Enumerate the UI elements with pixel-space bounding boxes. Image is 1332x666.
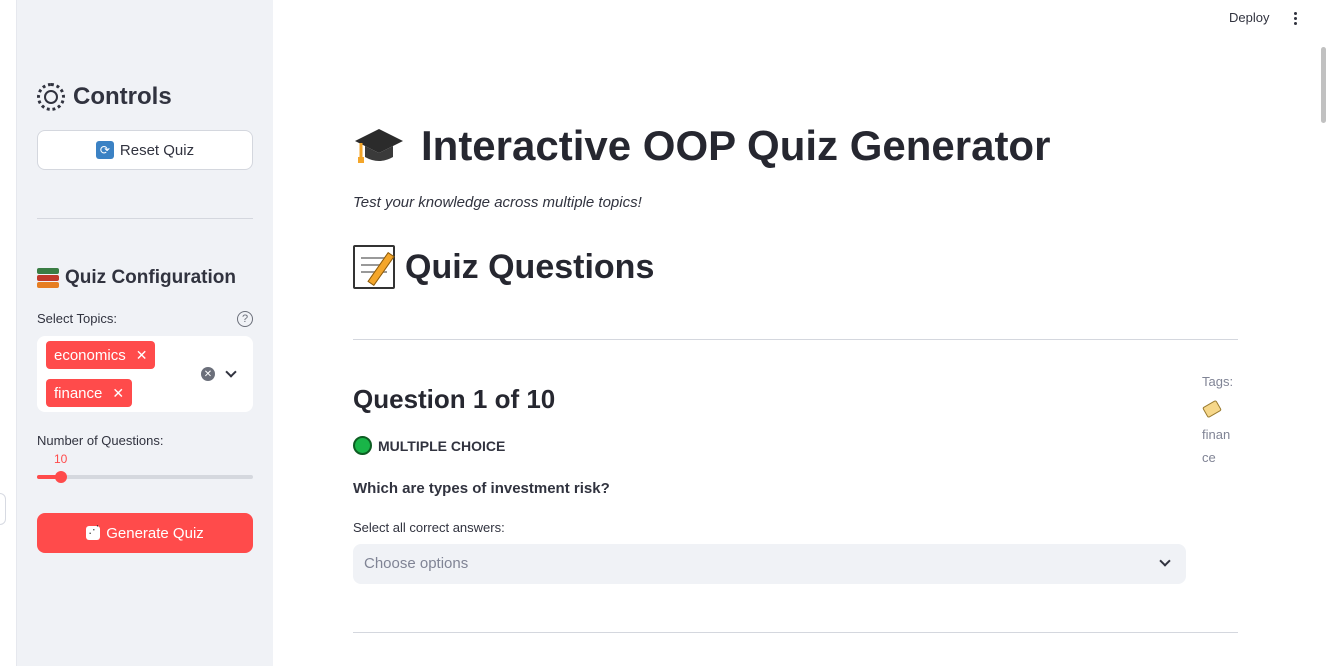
divider [353,339,1238,340]
page-title: Interactive OOP Quiz Generator [353,122,1050,170]
num-questions-slider[interactable] [37,471,253,483]
section-title: Quiz Questions [353,245,654,289]
controls-title: Controls [73,83,172,110]
tag-icon [1202,399,1222,419]
generate-quiz-label: Generate Quiz [106,524,204,542]
reset-quiz-button[interactable]: ⟳ Reset Quiz [37,130,253,170]
topic-chip-label: economics [54,346,126,364]
topics-label: Select Topics: [37,311,117,326]
topic-chip-label: finance [54,384,103,402]
question-heading: Question 1 of 10 [353,384,556,414]
reset-quiz-label: Reset Quiz [119,141,195,159]
controls-heading: Controls [37,83,172,111]
answers-multiselect[interactable]: Choose options [353,544,1186,584]
close-icon[interactable]: ✕ [112,385,124,402]
chevron-down-icon[interactable] [225,366,237,378]
memo-icon [353,245,395,289]
num-questions-label: Number of Questions: [37,433,164,448]
answers-placeholder: Choose options [364,555,469,572]
graduation-cap-icon [355,129,403,163]
generate-quiz-button[interactable]: Generate Quiz [37,513,253,553]
reset-icon: ⟳ [95,141,114,159]
divider [353,632,1238,633]
left-strip [0,0,17,666]
sidebar-divider [37,218,253,219]
tags-label: Tags: [1202,374,1234,389]
sidebar: Controls ⟳ Reset Quiz Quiz Configuration… [17,0,273,666]
chevron-down-icon[interactable] [1159,555,1171,567]
help-icon[interactable]: ? [237,311,253,327]
topics-multiselect[interactable]: economics ✕ finance ✕ ✕ [37,336,253,412]
quiz-config-heading: Quiz Configuration [37,267,236,289]
topic-chip-finance[interactable]: finance ✕ [46,379,133,407]
tag-value: finan ce [1202,423,1238,469]
slider-value: 10 [54,452,68,466]
quiz-config-title: Quiz Configuration [65,267,236,288]
answers-label: Select all correct answers: [353,520,505,535]
question-type-label: MULTIPLE CHOICE [378,437,506,454]
green-circle-icon [353,436,372,455]
tag-value-line: finan [1202,427,1231,442]
tag-value-line: ce [1202,450,1216,465]
close-icon[interactable]: ✕ [136,347,148,364]
main-content: Interactive OOP Quiz Generator Test your… [353,0,1238,666]
sidebar-collapse-tab[interactable] [0,493,6,525]
question-text: Which are types of investment risk? [353,480,610,497]
scrollbar[interactable] [1321,47,1326,123]
page-title-text: Interactive OOP Quiz Generator [421,122,1051,169]
topic-chip-economics[interactable]: economics ✕ [46,341,156,369]
section-title-text: Quiz Questions [405,247,655,286]
tags-column: Tags: finan ce [1202,374,1238,469]
question-type: MULTIPLE CHOICE [353,436,505,455]
page-subtitle: Test your knowledge across multiple topi… [353,194,642,211]
kebab-menu-icon[interactable] [1294,12,1298,25]
dice-icon [86,523,101,540]
books-icon [37,268,59,288]
clear-all-icon[interactable]: ✕ [201,367,215,381]
slider-thumb[interactable] [54,471,67,483]
gear-icon [37,83,65,111]
